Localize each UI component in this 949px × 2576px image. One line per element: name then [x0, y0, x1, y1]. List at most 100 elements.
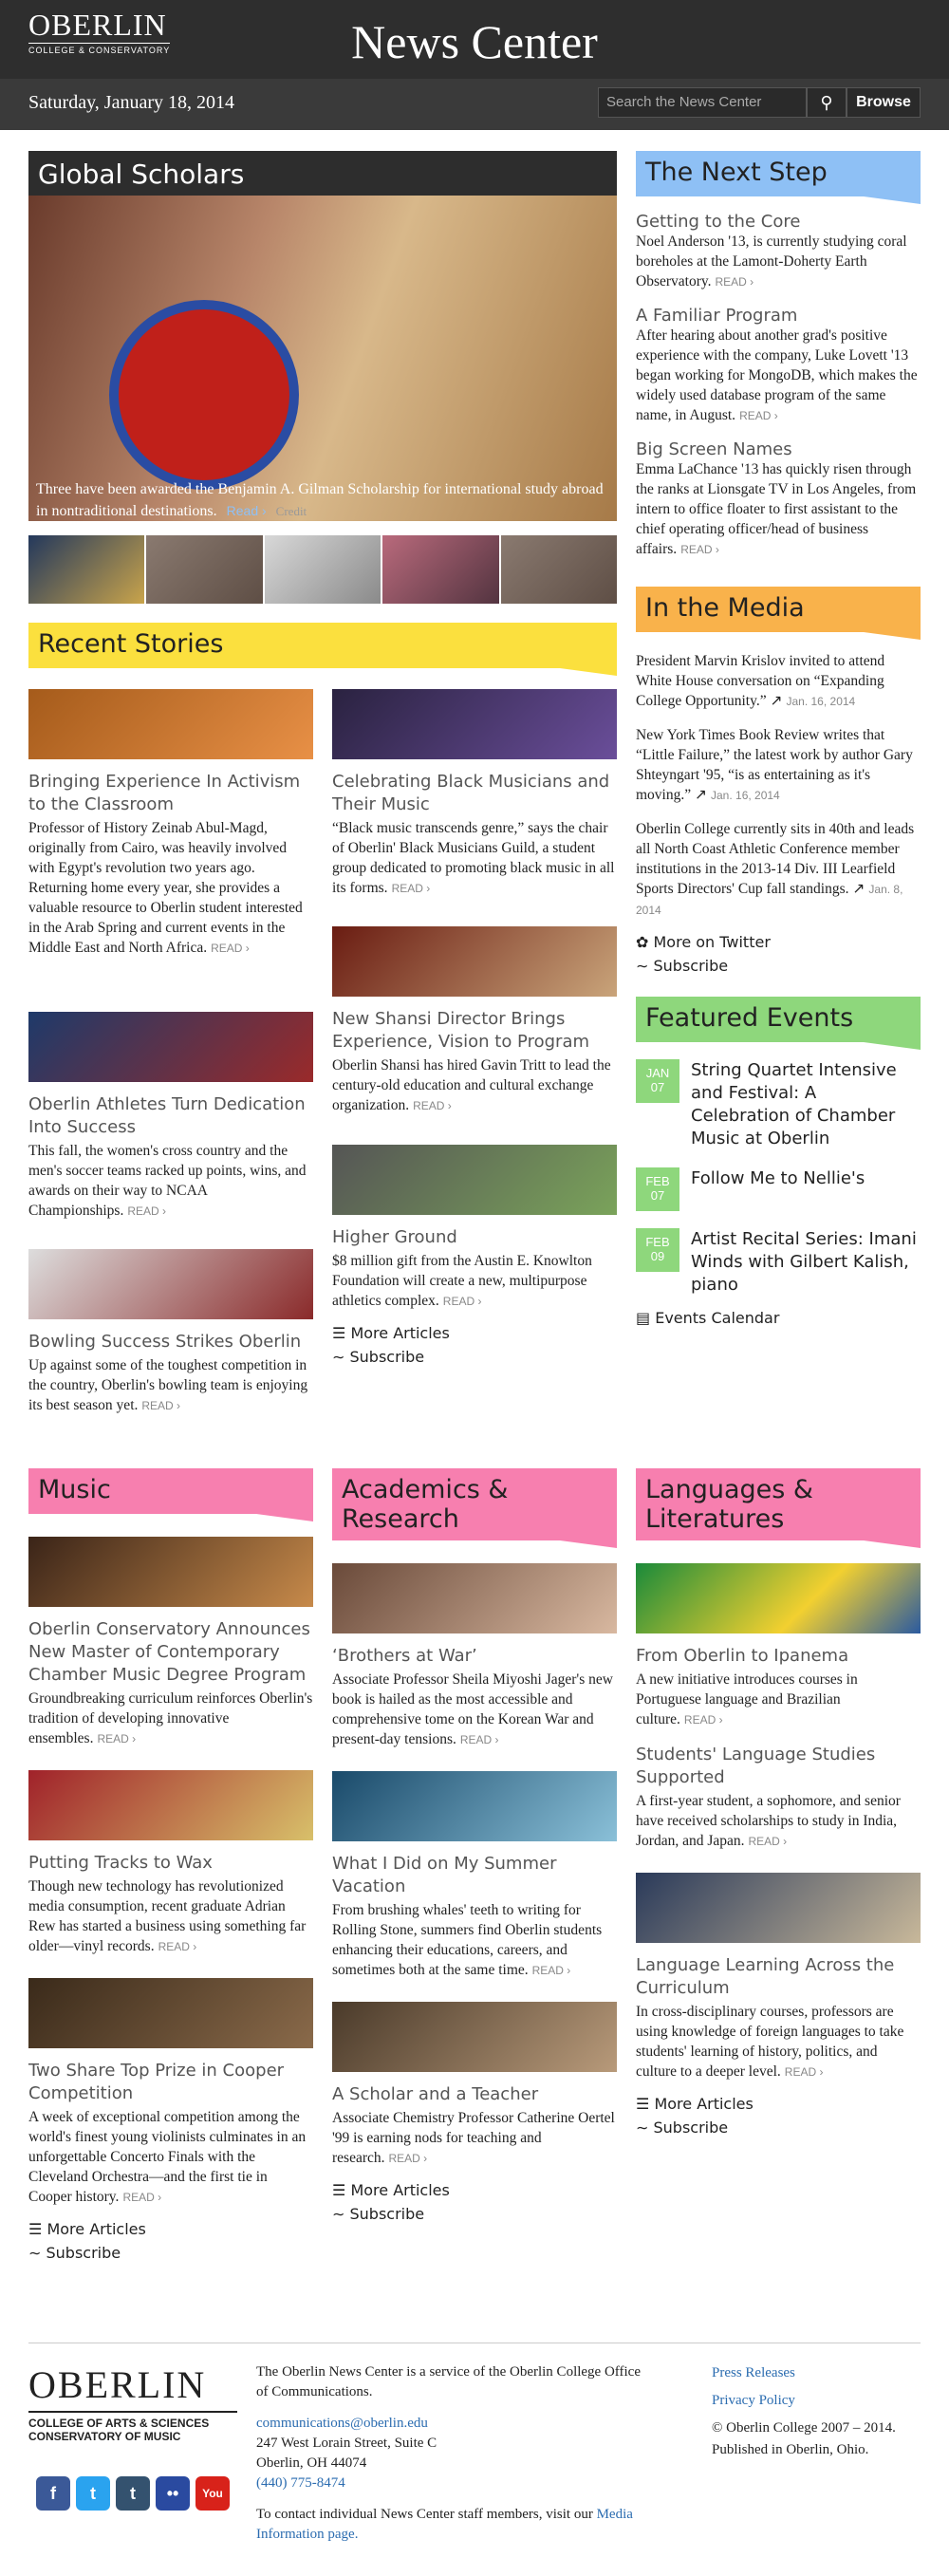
- read-link[interactable]: READ ›: [532, 1964, 571, 1977]
- read-link[interactable]: READ ›: [715, 275, 754, 289]
- story-headline[interactable]: Oberlin Conservatory Announces New Maste…: [28, 1618, 313, 1687]
- story-card[interactable]: Celebrating Black Musicians and Their Mu…: [332, 689, 617, 899]
- hero-feature[interactable]: Global Scholars Three have been awarded …: [28, 151, 617, 521]
- story-card[interactable]: Oberlin Athletes Turn Dedication Into Su…: [28, 1012, 313, 1222]
- twitter-link[interactable]: ✿ More on Twitter: [636, 930, 921, 954]
- story-image: [28, 1249, 313, 1319]
- read-link[interactable]: READ ›: [680, 543, 719, 556]
- tumblr-icon[interactable]: t: [116, 2476, 150, 2511]
- story-card[interactable]: Higher Ground $8 million gift from the A…: [332, 1145, 617, 1369]
- read-link[interactable]: READ ›: [684, 1713, 723, 1727]
- story-headline[interactable]: From Oberlin to Ipanema: [636, 1645, 921, 1668]
- more-articles-link[interactable]: ☰ More Articles: [332, 2178, 617, 2202]
- read-link[interactable]: READ ›: [413, 1099, 452, 1112]
- read-link[interactable]: READ ›: [158, 1940, 197, 1953]
- event-item[interactable]: FEB 07 Follow Me to Nellie's: [636, 1167, 921, 1211]
- story-headline[interactable]: New Shansi Director Brings Experience, V…: [332, 1008, 617, 1054]
- story-card[interactable]: Putting Tracks to Wax Though new technol…: [28, 1770, 313, 1957]
- hero-image: [28, 196, 617, 521]
- story-summary: “Black music transcends genre,” says the…: [332, 820, 615, 896]
- read-link[interactable]: READ ›: [211, 942, 250, 955]
- events-links: ▤ Events Calendar: [636, 1306, 921, 1330]
- event-item[interactable]: JAN 07 String Quartet Intensive and Festiv…: [636, 1059, 921, 1150]
- event-title[interactable]: String Quartet Intensive and Festival: A…: [691, 1059, 921, 1150]
- story-headline[interactable]: Celebrating Black Musicians and Their Mu…: [332, 771, 617, 816]
- read-link[interactable]: READ ›: [392, 882, 431, 895]
- story-card[interactable]: From Oberlin to Ipanema A new initiative…: [636, 1563, 921, 1730]
- next-step-headline[interactable]: Getting to the Core: [636, 212, 921, 232]
- press-releases-link[interactable]: Press Releases: [712, 2365, 795, 2380]
- story-headline[interactable]: Two Share Top Prize in Cooper Competitio…: [28, 2060, 313, 2105]
- phone-link[interactable]: (440) 775-8474: [256, 2475, 345, 2491]
- read-link[interactable]: READ ›: [141, 1399, 180, 1412]
- story-card[interactable]: A Scholar and a Teacher Associate Chemis…: [332, 2002, 617, 2169]
- story-headline[interactable]: Oberlin Athletes Turn Dedication Into Su…: [28, 1093, 313, 1139]
- hero-title: Global Scholars: [38, 159, 245, 190]
- search-icon[interactable]: ⚲: [807, 87, 847, 118]
- story-card[interactable]: Oberlin Conservatory Announces New Maste…: [28, 1537, 313, 1749]
- story-headline[interactable]: Higher Ground: [332, 1226, 617, 1249]
- more-articles-link[interactable]: ☰ More Articles: [636, 2092, 921, 2116]
- read-link[interactable]: READ ›: [749, 1835, 788, 1848]
- next-step-headline[interactable]: Big Screen Names: [636, 439, 921, 459]
- external-link-icon[interactable]: ↗: [695, 787, 707, 803]
- story-headline[interactable]: ‘Brothers at War’: [332, 1645, 617, 1668]
- browse-button[interactable]: Browse: [847, 87, 921, 118]
- story-image: [28, 1537, 313, 1607]
- story-card[interactable]: Bowling Success Strikes Oberlin Up again…: [28, 1249, 313, 1416]
- read-link[interactable]: READ ›: [460, 1733, 499, 1746]
- event-item[interactable]: FEB 09 Artist Recital Series: Imani Winds …: [636, 1228, 921, 1297]
- subscribe-link[interactable]: ∼ Subscribe: [636, 954, 921, 978]
- story-headline[interactable]: Bringing Experience In Activism to the C…: [28, 771, 313, 816]
- subscribe-link[interactable]: ∼ Subscribe: [636, 2116, 921, 2139]
- story-headline[interactable]: Language Learning Across the Curriculum: [636, 1954, 921, 2000]
- twitter-icon[interactable]: t: [76, 2476, 110, 2511]
- story-card[interactable]: Students' Language Studies Supported A f…: [636, 1744, 921, 1852]
- read-link[interactable]: READ ›: [785, 2065, 824, 2079]
- read-link[interactable]: READ ›: [127, 1204, 166, 1218]
- external-link-icon[interactable]: ↗: [852, 881, 865, 897]
- story-card[interactable]: New Shansi Director Brings Experience, V…: [332, 926, 617, 1116]
- read-link[interactable]: READ ›: [122, 2191, 161, 2204]
- event-title[interactable]: Artist Recital Series: Imani Winds with …: [691, 1228, 921, 1297]
- read-link[interactable]: READ ›: [389, 2152, 428, 2165]
- hero-read-link[interactable]: Read ›: [227, 503, 267, 518]
- email-link[interactable]: communications@oberlin.edu: [256, 2416, 428, 2431]
- story-card[interactable]: What I Did on My Summer Vacation From br…: [332, 1771, 617, 1981]
- thumbnail[interactable]: [500, 535, 618, 604]
- read-link[interactable]: READ ›: [739, 409, 778, 422]
- more-articles-link[interactable]: ☰ More Articles: [332, 1321, 617, 1345]
- read-link[interactable]: READ ›: [97, 1732, 136, 1745]
- story-headline[interactable]: A Scholar and a Teacher: [332, 2083, 617, 2106]
- site-title[interactable]: News Center: [0, 13, 949, 70]
- story-card[interactable]: Two Share Top Prize in Cooper Competitio…: [28, 1978, 313, 2208]
- thumbnail[interactable]: [146, 535, 263, 604]
- youtube-icon[interactable]: You: [195, 2476, 230, 2511]
- subscribe-link[interactable]: ∼ Subscribe: [332, 2202, 617, 2226]
- story-card[interactable]: ‘Brothers at War’ Associate Professor Sh…: [332, 1563, 617, 1750]
- thumbnail[interactable]: [28, 535, 145, 604]
- footer-logo[interactable]: OBERLIN: [28, 2362, 206, 2407]
- next-step-headline[interactable]: A Familiar Program: [636, 306, 921, 326]
- story-card[interactable]: Bringing Experience In Activism to the C…: [28, 689, 313, 959]
- facebook-icon[interactable]: f: [36, 2476, 70, 2511]
- subscribe-link[interactable]: ∼ Subscribe: [332, 1345, 617, 1369]
- thumbnail[interactable]: [264, 535, 381, 604]
- story-headline[interactable]: Putting Tracks to Wax: [28, 1852, 313, 1875]
- external-link-icon[interactable]: ↗: [770, 693, 782, 709]
- thumbnail[interactable]: [382, 535, 499, 604]
- story-headline[interactable]: Students' Language Studies Supported: [636, 1744, 921, 1789]
- more-articles-link[interactable]: ☰ More Articles: [28, 2217, 313, 2241]
- privacy-policy-link[interactable]: Privacy Policy: [712, 2393, 795, 2408]
- story-summary: Associate Professor Sheila Miyoshi Jager…: [332, 1671, 613, 1747]
- flickr-icon[interactable]: ••: [156, 2476, 190, 2511]
- subscribe-link[interactable]: ∼ Subscribe: [28, 2241, 313, 2265]
- read-link[interactable]: READ ›: [443, 1295, 482, 1308]
- story-headline[interactable]: Bowling Success Strikes Oberlin: [28, 1331, 313, 1353]
- search-input[interactable]: Search the News Center: [598, 87, 807, 118]
- event-title[interactable]: Follow Me to Nellie's: [691, 1167, 865, 1211]
- media-links: ✿ More on Twitter ∼ Subscribe: [636, 930, 921, 978]
- story-headline[interactable]: What I Did on My Summer Vacation: [332, 1853, 617, 1898]
- story-card[interactable]: Language Learning Across the Curriculum …: [636, 1873, 921, 2082]
- events-calendar-link[interactable]: ▤ Events Calendar: [636, 1306, 921, 1330]
